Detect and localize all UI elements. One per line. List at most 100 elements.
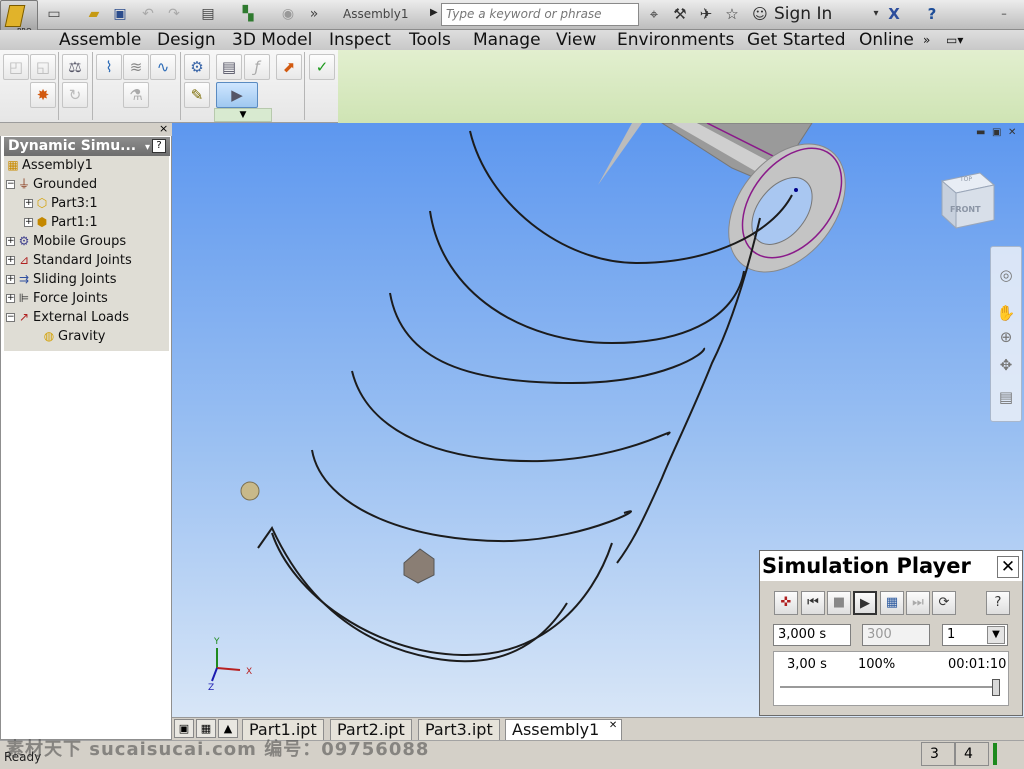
pan-hand-icon[interactable]: ✋	[995, 302, 1017, 324]
zoom-icon[interactable]: ⊕	[995, 326, 1017, 348]
tab-view[interactable]: View	[556, 30, 596, 50]
tree-item-external-loads[interactable]: − ↗ External Loads	[4, 308, 169, 327]
tree-item-sliding-joints[interactable]: + ⇉ Sliding Joints	[4, 270, 169, 289]
expand-toggle-icon[interactable]: +	[6, 256, 15, 265]
tab-close-icon[interactable]: ✕	[609, 720, 617, 732]
tree-item-part3[interactable]: + ⬡ Part3:1	[4, 194, 169, 213]
simulation-settings-icon[interactable]: ⚙	[184, 54, 210, 80]
appearance-icon[interactable]: ◉	[278, 5, 298, 23]
end-button[interactable]: ⏭	[906, 591, 930, 615]
tree-item-grounded[interactable]: − ⏚ Grounded	[4, 175, 169, 194]
more-tabs-icon[interactable]: »	[923, 30, 930, 50]
tab-part3[interactable]: Part3.ipt	[418, 719, 500, 740]
orbit-icon[interactable]: ✥	[995, 354, 1017, 376]
panel-expand-icon[interactable]: ▼	[214, 108, 272, 122]
undo-icon[interactable]: ↶	[138, 5, 158, 23]
collapse-toggle-icon[interactable]: −	[6, 180, 15, 189]
steering-wheel-icon[interactable]: ◎	[995, 264, 1017, 286]
redo-icon[interactable]: ↷	[164, 5, 184, 23]
tab-manage[interactable]: Manage	[473, 30, 541, 50]
tab-design[interactable]: Design	[157, 30, 216, 50]
browser-help-icon[interactable]: ?	[152, 139, 166, 153]
save-icon[interactable]: ▣	[110, 5, 130, 23]
sign-in-button[interactable]: Sign In	[774, 4, 832, 24]
end-time-field[interactable]: 3,000 s	[773, 624, 851, 646]
communication-center-icon[interactable]: ✈	[696, 4, 716, 24]
select-icon[interactable]: ▚	[238, 5, 258, 23]
expand-toggle-icon[interactable]: +	[6, 294, 15, 303]
simulation-slider-track[interactable]	[780, 686, 1000, 689]
more-commands-icon[interactable]: »	[304, 5, 324, 23]
search-expand-icon[interactable]: ▶	[430, 7, 438, 18]
help-icon[interactable]: ?	[922, 4, 942, 24]
tree-item-mobile-groups[interactable]: + ⚙ Mobile Groups	[4, 232, 169, 251]
player-help-button[interactable]: ?	[986, 591, 1010, 615]
collapse-toggle-icon[interactable]: −	[6, 313, 15, 322]
images-field[interactable]: 300	[862, 624, 930, 646]
simulation-player-icon[interactable]: ▶	[216, 82, 258, 108]
tab-tools[interactable]: Tools	[409, 30, 451, 50]
tab-assembly1[interactable]: Assembly1 ✕	[505, 719, 623, 740]
fx-parameters-icon[interactable]: ƒ	[244, 54, 270, 80]
record-video-button[interactable]: ▦	[880, 591, 904, 615]
stop-button[interactable]: ■	[827, 591, 851, 615]
edit-joint-icon[interactable]: ◱	[30, 54, 56, 80]
motion-curve-icon[interactable]: ∿	[150, 54, 176, 80]
exchange-icon[interactable]: X	[884, 4, 904, 24]
print-icon[interactable]: ▤	[198, 5, 218, 23]
expand-toggle-icon[interactable]: +	[6, 275, 15, 284]
gravity-settings-icon[interactable]: ✎	[184, 82, 210, 108]
export-icon[interactable]: ⬈	[276, 54, 302, 80]
tree-item-force-joints[interactable]: + ⊫ Force Joints	[4, 289, 169, 308]
tree-item-gravity[interactable]: ◍ Gravity	[4, 327, 169, 346]
tab-get-started[interactable]: Get Started	[747, 30, 845, 50]
player-close-button[interactable]: ✕	[997, 556, 1019, 578]
tree-item-assembly[interactable]: ▦ Assembly1	[4, 156, 169, 175]
output-grapher-icon[interactable]: ⌇	[96, 54, 122, 80]
insert-joint-icon[interactable]: ◰	[3, 54, 29, 80]
export-fea-icon[interactable]: ⚗	[123, 82, 149, 108]
window-controls-icon[interactable]: –▫×	[994, 4, 1014, 40]
tab-environments[interactable]: Environments	[617, 30, 734, 50]
sign-in-dropdown-icon[interactable]: ▾	[866, 4, 886, 24]
triad-z-axis	[211, 667, 218, 682]
tree-item-part1[interactable]: + ⬢ Part1:1	[4, 213, 169, 232]
new-file-icon[interactable]: ▭	[44, 5, 64, 23]
browser-dropdown-icon[interactable]: ▾	[145, 142, 150, 153]
expand-toggle-icon[interactable]: +	[6, 237, 15, 246]
subscription-icon[interactable]: ⚒	[670, 4, 690, 24]
force-icon[interactable]: ⚖	[62, 54, 88, 80]
browser-title[interactable]: Dynamic Simu... ▾	[4, 137, 170, 156]
simulation-slider-thumb[interactable]	[992, 679, 1000, 696]
favorites-star-icon[interactable]: ☆	[722, 4, 742, 24]
binoculars-icon[interactable]: ⌖	[644, 4, 664, 24]
finish-checkmark-icon[interactable]: ✓	[309, 54, 335, 80]
construction-mode-button[interactable]: ✜	[774, 591, 798, 615]
tab-3d-model[interactable]: 3D Model	[232, 30, 312, 50]
rewind-button[interactable]: ⏮	[801, 591, 825, 615]
open-folder-icon[interactable]: ▰	[84, 5, 104, 23]
play-button[interactable]: ▶	[853, 591, 877, 615]
browser-close-icon[interactable]: ×	[159, 123, 168, 135]
browser-tree: ▦ Assembly1 − ⏚ Grounded + ⬡ Part3:1 + ⬢ Part1:…	[4, 156, 169, 351]
tab-inspect[interactable]: Inspect	[329, 30, 391, 50]
unknown-force-icon[interactable]: ✸	[30, 82, 56, 108]
expand-toggle-icon[interactable]: +	[24, 218, 33, 227]
viewport-minimize-icon[interactable]: ▬	[976, 127, 985, 138]
user-icon[interactable]: ☺	[750, 4, 770, 24]
tab-assemble[interactable]: Assemble	[59, 30, 141, 50]
viewport-close-icon[interactable]: ✕	[1008, 127, 1016, 138]
viewport-restore-icon[interactable]: ▣	[992, 127, 1001, 138]
ribbon-minimize-icon[interactable]: ▭▾	[946, 30, 963, 50]
parameters-icon[interactable]: ▤	[216, 54, 242, 80]
tab-online[interactable]: Online	[859, 30, 914, 50]
rotate-icon[interactable]: ↻	[62, 82, 88, 108]
look-at-icon[interactable]: ▤	[995, 386, 1017, 408]
trace-icon[interactable]: ≋	[123, 54, 149, 80]
loop-button[interactable]: ⟳	[932, 591, 956, 615]
filter-select[interactable]: 1 ▼	[942, 624, 1008, 646]
search-input[interactable]: Type a keyword or phrase	[441, 3, 639, 26]
filter-dropdown-icon[interactable]: ▼	[987, 626, 1005, 644]
tree-item-standard-joints[interactable]: + ⊿ Standard Joints	[4, 251, 169, 270]
expand-toggle-icon[interactable]: +	[24, 199, 33, 208]
